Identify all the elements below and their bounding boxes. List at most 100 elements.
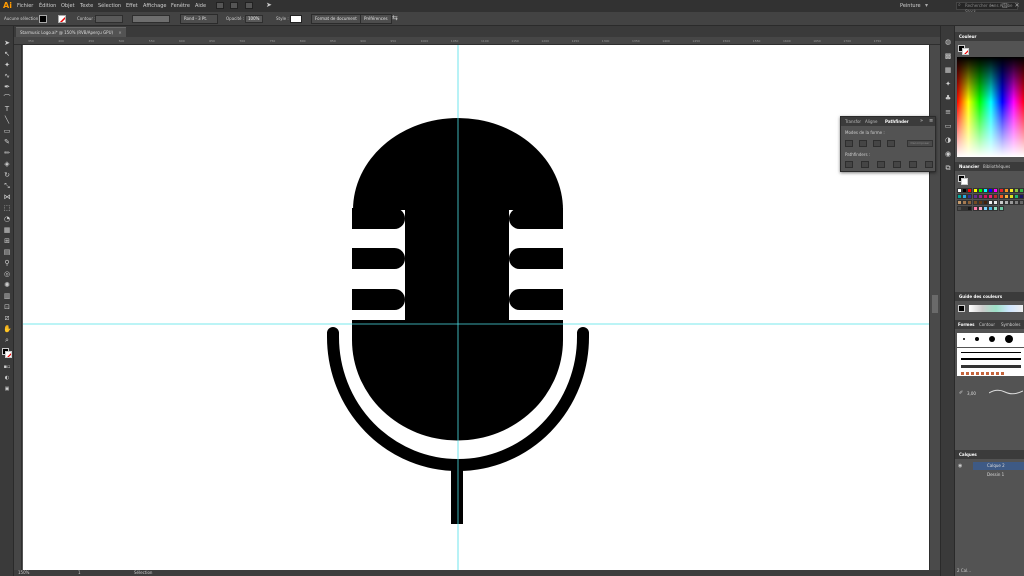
menu-selection[interactable]: Sélection (98, 3, 121, 9)
slice-tool-icon[interactable]: ⧄ (3, 314, 11, 322)
screen-mode-icon[interactable]: ▣ (3, 385, 11, 393)
tab-align[interactable]: Aligne (865, 119, 878, 124)
brush-strokes-list[interactable] (957, 348, 1024, 376)
graph-tool-icon[interactable]: ▥ (3, 292, 11, 300)
eyedropper-icon[interactable]: ⚲ (3, 259, 11, 267)
magic-wand-icon[interactable]: ✦ (3, 61, 11, 69)
type-tool-icon[interactable]: T (3, 105, 11, 113)
scroll-thumb[interactable] (932, 295, 938, 313)
zoom-tool-icon[interactable]: ⌕ (3, 336, 11, 344)
exclude-button[interactable] (887, 140, 895, 147)
artboard-tool-icon[interactable]: ⊡ (3, 303, 11, 311)
panel-menu-icon[interactable]: ≡ (929, 118, 933, 124)
horizontal-ruler[interactable]: 350 400 450 500 550 600 650 700 750 800 850 900 950 1… (14, 37, 940, 45)
color-panel-icon[interactable]: ◍ (944, 38, 952, 46)
tab-color-guide[interactable]: Guide des couleurs (959, 294, 1002, 299)
stroke-swatch[interactable] (58, 15, 66, 23)
layer-name[interactable]: Dessin 1 (987, 472, 1004, 477)
stroke-panel-icon[interactable]: ≡ (944, 108, 952, 116)
collapse-icon[interactable]: » (920, 118, 923, 124)
bridge-icon[interactable] (216, 2, 224, 9)
brush-definition-label[interactable]: Rond - 3 Pt. (184, 16, 207, 21)
tab-transform[interactable]: Transfor (845, 119, 861, 124)
rotate-icon[interactable]: ↻ (3, 171, 11, 179)
send-icon[interactable]: ➤ (266, 1, 272, 9)
swatch-grid[interactable] (957, 188, 1024, 228)
brushes-panel-icon[interactable]: ✦ (944, 80, 952, 88)
zoom-level[interactable]: 150% (18, 570, 29, 575)
pen-tool-icon[interactable]: ✒ (3, 83, 11, 91)
toolbar-stroke-swatch[interactable] (5, 351, 12, 358)
layer-row[interactable]: Dessin 1 (973, 471, 1024, 479)
blend-tool-icon[interactable]: ◎ (3, 270, 11, 278)
color-spectrum[interactable] (957, 57, 1024, 157)
appearance-panel-icon[interactable]: ◉ (944, 150, 952, 158)
swatch[interactable] (1019, 188, 1024, 193)
perspective-grid-icon[interactable]: ▦ (3, 226, 11, 234)
opacity-field[interactable]: 100% (245, 15, 263, 23)
transparency-panel-icon[interactable]: ◑ (944, 136, 952, 144)
menu-object[interactable]: Objet (61, 3, 75, 9)
stroke-weight-field[interactable] (95, 15, 123, 23)
divide-button[interactable] (845, 161, 853, 168)
gradient-panel-icon[interactable]: ▭ (944, 122, 952, 130)
brush-size-value[interactable]: 3,00 (967, 391, 976, 396)
symbols-panel-icon[interactable]: ♣ (944, 94, 952, 102)
swatch[interactable] (1019, 200, 1024, 205)
intersect-button[interactable] (873, 140, 881, 147)
arrange-documents-icon[interactable] (245, 2, 253, 9)
unite-button[interactable] (845, 140, 853, 147)
rectangle-tool-icon[interactable]: ▭ (3, 127, 11, 135)
tab-color[interactable]: Couleur (959, 34, 976, 39)
artboard[interactable] (23, 45, 929, 570)
color-modes-icon[interactable]: ▪▫ (3, 363, 11, 371)
document-tab-title[interactable]: Starmusic Logo.ai* @ 150% (RVB/Aperçu GP… (20, 30, 113, 35)
paintbrush-icon[interactable]: ✎ (3, 138, 11, 146)
brush-dots-row[interactable] (957, 333, 1024, 347)
trim-button[interactable] (861, 161, 869, 168)
swatches-stroke-indicator[interactable] (961, 178, 968, 185)
artboard-number[interactable]: 1 (78, 570, 81, 575)
harmony-strip[interactable] (969, 305, 1023, 312)
layer-row[interactable]: Calque 2 (973, 462, 1024, 470)
tab-pathfinder[interactable]: Pathfinder (885, 119, 909, 124)
width-tool-icon[interactable]: ⋈ (3, 193, 11, 201)
color-stroke-swatch[interactable] (962, 48, 969, 55)
curvature-icon[interactable]: ⌒ (3, 94, 11, 102)
variable-width-field[interactable] (132, 15, 170, 23)
chevron-down-icon[interactable]: ▾ (925, 2, 928, 9)
expand-button[interactable]: Décomposer (907, 140, 933, 147)
hand-tool-icon[interactable]: ✋ (3, 325, 12, 333)
symbol-sprayer-icon[interactable]: ✺ (3, 281, 11, 289)
workspace-switcher[interactable]: Peinture (900, 3, 921, 9)
color-guide-base[interactable] (958, 305, 965, 312)
layers-panel-icon[interactable]: ⧉ (944, 164, 952, 172)
close-tab-icon[interactable]: ✕ (118, 30, 121, 35)
lasso-icon[interactable]: ∿ (3, 72, 11, 80)
fill-swatch[interactable] (39, 15, 47, 23)
visibility-eye-icon[interactable]: ◉ (958, 463, 962, 469)
mesh-tool-icon[interactable]: ⊞ (3, 237, 11, 245)
direct-selection-icon[interactable]: ↖ (3, 50, 11, 58)
menu-view[interactable]: Affichage (143, 3, 167, 9)
tab-layers[interactable]: Calques (959, 452, 977, 457)
tab-swatches[interactable]: Nuancier (959, 164, 979, 169)
draw-modes-icon[interactable]: ◐ (3, 374, 11, 382)
eraser-icon[interactable]: ◈ (3, 160, 11, 168)
crop-button[interactable] (893, 161, 901, 168)
arrange-icon[interactable]: ⇆ (392, 14, 398, 22)
menu-edit[interactable]: Édition (39, 3, 56, 9)
vertical-ruler[interactable] (14, 45, 22, 570)
outline-button[interactable] (909, 161, 917, 168)
menu-file[interactable]: Fichier (17, 3, 33, 9)
selection-tool-icon[interactable]: ➤ (3, 39, 11, 47)
graphic-style-swatch[interactable] (290, 15, 302, 23)
menu-help[interactable]: Aide (195, 3, 206, 9)
swatch[interactable] (1019, 194, 1024, 199)
scale-icon[interactable]: ⤡ (3, 182, 11, 190)
stock-icon[interactable] (230, 2, 238, 9)
close-icon[interactable]: ✕ (1010, 2, 1024, 10)
menu-effect[interactable]: Effet (126, 3, 138, 9)
tab-libraries[interactable]: Bibliothèques (983, 164, 1010, 169)
tab-brushes[interactable]: Formes (958, 322, 975, 327)
